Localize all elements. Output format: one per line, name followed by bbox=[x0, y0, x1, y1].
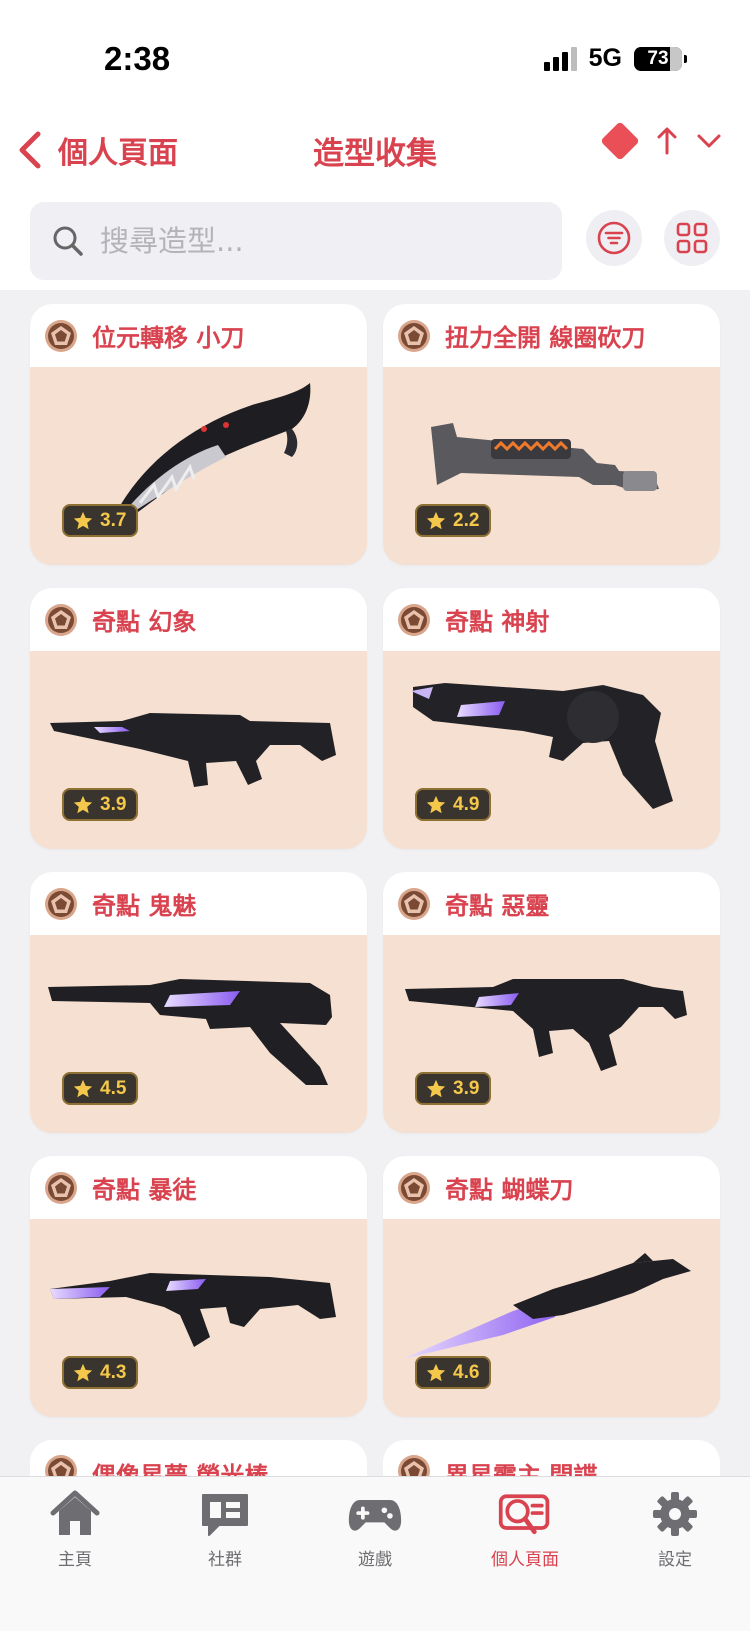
cellular-signal-icon bbox=[543, 46, 577, 71]
card-header: 奇點 鬼魅 bbox=[30, 872, 367, 935]
skin-card[interactable]: 奇點 暴徒 4.3 bbox=[30, 1156, 367, 1417]
skin-card[interactable]: 位元轉移 小刀 3.7 bbox=[30, 304, 367, 565]
rating-value: 3.9 bbox=[453, 1077, 480, 1099]
skin-card[interactable]: 奇點 惡靈 3.9 bbox=[383, 872, 720, 1133]
rating-value: 4.6 bbox=[453, 1361, 480, 1383]
header: 個人頁面 造型收集 bbox=[0, 110, 750, 290]
star-icon bbox=[425, 1078, 447, 1100]
tab-games[interactable]: 遊戲 bbox=[300, 1477, 450, 1631]
card-header: 奇點 神射 bbox=[383, 588, 720, 651]
rating-value: 4.9 bbox=[453, 793, 480, 815]
skin-name: 奇點 幻象 bbox=[92, 608, 197, 636]
rating-badge: 3.9 bbox=[415, 1072, 492, 1105]
tab-label: 主頁 bbox=[58, 1550, 92, 1570]
card-header: 扭力全開 線圈砍刀 bbox=[383, 304, 720, 367]
gear-icon bbox=[653, 1492, 697, 1536]
status-indicators: 5G 73 bbox=[543, 44, 687, 73]
card-header: 奇點 惡靈 bbox=[383, 872, 720, 935]
rating-value: 3.9 bbox=[100, 793, 127, 815]
rating-value: 4.3 bbox=[100, 1361, 127, 1383]
skin-name: 奇點 暴徒 bbox=[92, 1176, 197, 1204]
tier-badge-icon bbox=[44, 319, 78, 353]
card-header: 奇點 幻象 bbox=[30, 588, 367, 651]
rating-badge: 4.5 bbox=[62, 1072, 139, 1105]
rating-badge: 4.6 bbox=[415, 1356, 492, 1389]
sort-controls[interactable] bbox=[600, 121, 722, 161]
tier-badge-icon bbox=[44, 887, 78, 921]
status-time: 2:38 bbox=[104, 40, 171, 77]
tab-settings[interactable]: 設定 bbox=[600, 1477, 750, 1631]
card-header: 位元轉移 小刀 bbox=[30, 304, 367, 367]
tab-label: 個人頁面 bbox=[491, 1550, 559, 1570]
back-label: 個人頁面 bbox=[58, 136, 178, 171]
rating-badge: 4.3 bbox=[62, 1356, 139, 1389]
rating-badge: 3.9 bbox=[62, 788, 139, 821]
tier-badge-icon bbox=[397, 319, 431, 353]
skin-name: 位元轉移 小刀 bbox=[92, 324, 245, 352]
tier-badge-icon bbox=[397, 1171, 431, 1205]
network-type: 5G bbox=[588, 44, 622, 72]
card-header: 奇點 暴徒 bbox=[30, 1156, 367, 1219]
grid-icon bbox=[676, 222, 708, 254]
skin-card[interactable]: 奇點 幻象 3.9 bbox=[30, 588, 367, 849]
rating-value: 4.5 bbox=[100, 1077, 127, 1099]
rating-badge: 2.2 bbox=[415, 504, 492, 537]
rating-badge: 4.9 bbox=[415, 788, 492, 821]
tab-label: 設定 bbox=[658, 1550, 692, 1570]
profile-search-icon bbox=[498, 1494, 550, 1535]
back-button[interactable]: 個人頁面 bbox=[16, 128, 178, 172]
skin-card[interactable]: 奇點 鬼魅 4.5 bbox=[30, 872, 367, 1133]
grid-view-button[interactable] bbox=[664, 210, 720, 266]
search-input[interactable] bbox=[100, 224, 520, 258]
battery-level: 73 bbox=[647, 47, 669, 69]
star-icon bbox=[72, 510, 94, 532]
star-icon bbox=[72, 794, 94, 816]
star-icon bbox=[72, 1078, 94, 1100]
skin-name: 扭力全開 線圈砍刀 bbox=[445, 324, 646, 352]
skin-name: 奇點 惡靈 bbox=[445, 892, 550, 920]
status-bar: 2:38 5G 73 bbox=[0, 0, 750, 110]
gamepad-icon bbox=[348, 1500, 402, 1531]
skin-card[interactable]: 扭力全開 線圈砍刀 2.2 bbox=[383, 304, 720, 565]
filter-button[interactable] bbox=[586, 210, 642, 266]
chevron-down-icon[interactable] bbox=[696, 131, 722, 151]
skin-name: 奇點 神射 bbox=[445, 608, 550, 636]
rating-value: 2.2 bbox=[453, 509, 480, 531]
home-icon bbox=[50, 1490, 100, 1535]
rating-value: 3.7 bbox=[100, 509, 127, 531]
rating-badge: 3.7 bbox=[62, 504, 139, 537]
search-bar[interactable] bbox=[30, 202, 562, 280]
skin-grid: 位元轉移 小刀 3.7 扭力全開 線圈砍刀 2.2 奇點 幻象 3.9 奇點 神… bbox=[30, 304, 720, 1417]
tab-home[interactable]: 主頁 bbox=[0, 1477, 150, 1631]
skin-card[interactable]: 奇點 蝴蝶刀 4.6 bbox=[383, 1156, 720, 1417]
star-icon bbox=[425, 510, 447, 532]
tab-profile[interactable]: 個人頁面 bbox=[450, 1477, 600, 1631]
tab-community[interactable]: 社群 bbox=[150, 1477, 300, 1631]
tier-badge-icon bbox=[44, 1171, 78, 1205]
page-title: 造型收集 bbox=[313, 136, 437, 172]
chevron-left-icon bbox=[19, 131, 41, 169]
star-icon bbox=[72, 1362, 94, 1384]
rarity-diamond-icon[interactable] bbox=[600, 121, 640, 161]
tab-label: 遊戲 bbox=[358, 1550, 392, 1570]
star-icon bbox=[425, 794, 447, 816]
star-icon bbox=[425, 1362, 447, 1384]
skin-name: 奇點 鬼魅 bbox=[92, 892, 197, 920]
tab-bar: 主頁 社群 遊戲 個人頁面 設定 bbox=[0, 1476, 750, 1631]
tier-badge-icon bbox=[44, 603, 78, 637]
skin-name: 奇點 蝴蝶刀 bbox=[445, 1176, 574, 1204]
tab-label: 社群 bbox=[208, 1550, 242, 1570]
chat-icon bbox=[202, 1494, 248, 1536]
card-header: 奇點 蝴蝶刀 bbox=[383, 1156, 720, 1219]
tier-badge-icon bbox=[397, 887, 431, 921]
tier-badge-icon bbox=[397, 603, 431, 637]
battery-icon: 73 bbox=[634, 46, 687, 71]
partial-card-row: 偶像星夢 螢光棒 異星霸主 間諜 bbox=[30, 1440, 720, 1500]
filter-icon bbox=[597, 221, 631, 255]
skin-card[interactable]: 奇點 神射 4.9 bbox=[383, 588, 720, 849]
search-icon bbox=[53, 226, 83, 256]
arrow-up-icon[interactable] bbox=[656, 126, 678, 156]
